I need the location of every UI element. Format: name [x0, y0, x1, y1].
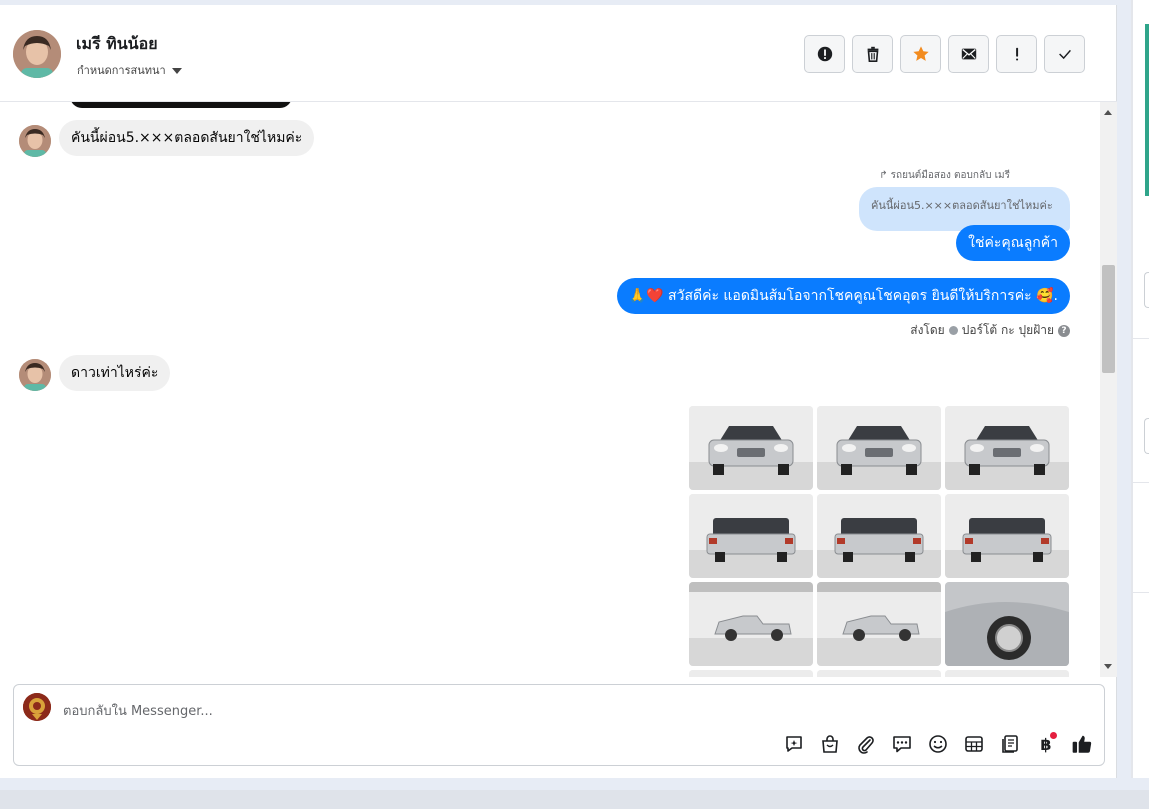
help-icon[interactable]: ?	[1058, 324, 1070, 337]
sent-by-prefix: ส่งโดย	[910, 323, 945, 337]
reply-input[interactable]: ตอบกลับใน Messenger...	[63, 700, 213, 721]
exclamation-icon	[1015, 47, 1018, 61]
alert-circle-icon	[817, 46, 832, 62]
quick-reply-button[interactable]	[782, 732, 806, 756]
star-icon	[912, 46, 929, 61]
car-photo[interactable]	[945, 670, 1069, 677]
paperclip-icon	[858, 736, 874, 754]
smiley-icon	[929, 735, 947, 753]
envelope-icon	[961, 48, 976, 60]
header-actions	[804, 35, 1085, 73]
scrollbar-thumb[interactable]	[1102, 265, 1115, 373]
priority-button[interactable]	[996, 35, 1037, 73]
taskbar	[0, 790, 1149, 809]
spam-report-button[interactable]	[804, 35, 845, 73]
scroll-up-arrow-icon[interactable]	[1104, 110, 1112, 115]
catalog-button[interactable]	[998, 732, 1022, 756]
car-photo[interactable]	[817, 406, 941, 490]
car-photo[interactable]	[689, 406, 813, 490]
table-icon	[965, 736, 983, 752]
car-photo[interactable]	[689, 670, 813, 677]
car-photo[interactable]	[689, 494, 813, 578]
agent-icon	[948, 326, 958, 335]
car-photo[interactable]	[817, 494, 941, 578]
conversation-setting-dropdown[interactable]: กำหนดการสนทนา	[77, 61, 182, 79]
trash-icon	[867, 46, 878, 63]
message-composer[interactable]: ตอบกลับใน Messenger... ฿	[13, 684, 1105, 766]
sender-avatar[interactable]	[19, 125, 51, 157]
thread-scrollbar[interactable]	[1100, 102, 1117, 677]
greeting-emoji: 🙏❤️	[628, 288, 664, 304]
car-photo[interactable]	[945, 494, 1069, 578]
thumbs-up-icon	[1072, 735, 1092, 753]
clipped-message	[70, 102, 292, 108]
incoming-message[interactable]: คันนี้ผ่อน5.×××ตลอดสันยาใช่ไหมค่ะ	[59, 120, 315, 156]
notification-dot	[1050, 732, 1057, 739]
page-avatar	[23, 693, 51, 721]
message-thread[interactable]: คันนี้ผ่อน5.×××ตลอดสันยาใช่ไหมค่ะ ↱ รถยน…	[0, 102, 1117, 677]
sidebar-divider-line	[1133, 338, 1149, 339]
shopping-bag-icon	[822, 735, 838, 753]
delete-button[interactable]	[852, 35, 893, 73]
car-photo[interactable]	[945, 582, 1069, 666]
car-photo[interactable]	[945, 406, 1069, 490]
outgoing-message[interactable]: ใช่ค่ะคุณลูกค้า	[956, 225, 1070, 261]
conversation-panel: เมรี ทินน้อย กำหนดการสนทนา คันนี้ผ่อน5.×…	[0, 5, 1117, 778]
sidebar-divider-line	[1133, 592, 1149, 593]
greeting-text: สวัสดีค่ะ แอดมินส้มโอจากโชคคูณโชคอุดร ยิ…	[668, 288, 1032, 304]
speech-bubble-icon	[893, 736, 911, 753]
right-sidebar	[1133, 0, 1149, 778]
attach-button[interactable]	[854, 732, 878, 756]
checkmark-icon	[1058, 49, 1071, 60]
payment-button[interactable]: ฿	[1034, 732, 1058, 756]
star-button[interactable]	[900, 35, 941, 73]
photo-grid	[689, 406, 1070, 677]
conversation-setting-label: กำหนดการสนทนา	[77, 64, 166, 77]
catalog-icon	[1002, 735, 1018, 753]
sidebar-field[interactable]	[1144, 418, 1149, 454]
like-button[interactable]	[1070, 732, 1094, 756]
scroll-down-arrow-icon[interactable]	[1104, 664, 1112, 669]
outgoing-greeting-message[interactable]: 🙏❤️ สวัสดีค่ะ แอดมินส้มโอจากโชคคูณโชคอุด…	[616, 278, 1070, 314]
sidebar-field[interactable]	[1144, 272, 1149, 308]
car-photo[interactable]	[689, 582, 813, 666]
incoming-message[interactable]: ดาวเท่าไหร่ค่ะ	[59, 355, 171, 391]
sidebar-accent	[1145, 24, 1149, 196]
sender-avatar[interactable]	[19, 359, 51, 391]
mark-unread-button[interactable]	[948, 35, 989, 73]
reply-note: ↱ รถยนต์มือสอง ตอบกลับ เมรี	[879, 168, 1010, 183]
contact-avatar[interactable]	[13, 30, 61, 78]
table-button[interactable]	[962, 732, 986, 756]
composer-toolbar: ฿	[782, 732, 1094, 756]
car-photo[interactable]	[817, 670, 941, 677]
contact-name[interactable]: เมรี ทินน้อย	[76, 32, 158, 57]
car-photo[interactable]	[817, 582, 941, 666]
sidebar-divider-line	[1133, 482, 1149, 483]
saved-reply-button[interactable]	[890, 732, 914, 756]
reply-arrow-icon: ↱	[879, 170, 888, 181]
sent-by-info: ส่งโดย ปอร์โต้ กะ ปุยฝ้าย ?	[910, 321, 1070, 340]
chat-sparkle-icon	[786, 736, 802, 752]
sent-by-name: ปอร์โต้ กะ ปุยฝ้าย	[961, 323, 1054, 337]
caret-down-icon	[171, 67, 182, 74]
emoji-button[interactable]	[926, 732, 950, 756]
reply-note-text: รถยนต์มือสอง ตอบกลับ เมรี	[890, 170, 1010, 181]
conversation-header: เมรี ทินน้อย กำหนดการสนทนา	[0, 5, 1117, 102]
shop-button[interactable]	[818, 732, 842, 756]
greeting-emoji-end: 🥰.	[1036, 288, 1058, 304]
mark-done-button[interactable]	[1044, 35, 1085, 73]
